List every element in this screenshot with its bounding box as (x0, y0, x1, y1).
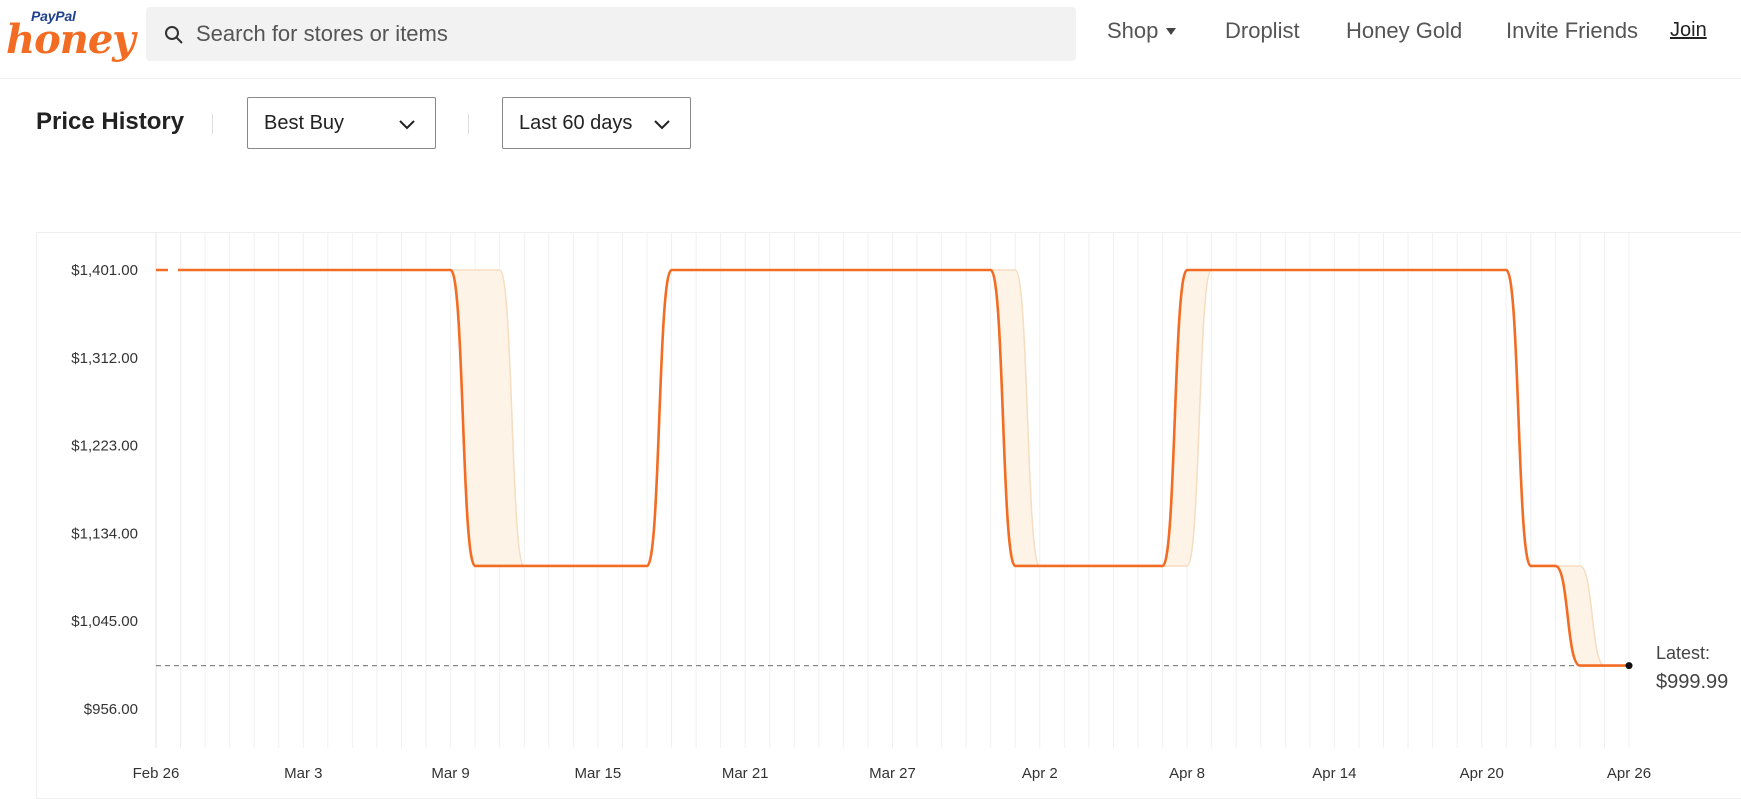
price-history-chart: $1,401.00 $1,312.00 $1,223.00 $1,134.00 $1,0… (71, 232, 1728, 782)
x-tick-label: Apr 8 (1169, 765, 1205, 782)
y-tick-label: $1,223.00 (71, 438, 138, 455)
y-tick-label: $1,134.00 (71, 525, 138, 542)
x-tick-label: Mar 27 (869, 765, 916, 782)
x-tick-label: Apr 26 (1607, 765, 1651, 782)
latest-value: $999.99 (1656, 671, 1728, 693)
y-tick-label: $1,312.00 (71, 350, 138, 367)
x-tick-label: Apr 14 (1312, 765, 1356, 782)
x-tick-label: Apr 2 (1022, 765, 1058, 782)
x-tick-label: Mar 3 (284, 765, 322, 782)
x-tick-label: Feb 26 (133, 765, 180, 782)
x-tick-label: Mar 21 (722, 765, 769, 782)
x-tick-label: Mar 15 (575, 765, 622, 782)
y-tick-label: $1,401.00 (71, 262, 138, 279)
y-tick-label: $1,045.00 (71, 613, 138, 630)
latest-label: Latest: (1656, 643, 1710, 663)
y-tick-label: $956.00 (84, 701, 138, 718)
latest-point (1625, 662, 1633, 670)
x-tick-label: Mar 9 (431, 765, 469, 782)
x-tick-label: Apr 20 (1460, 765, 1504, 782)
